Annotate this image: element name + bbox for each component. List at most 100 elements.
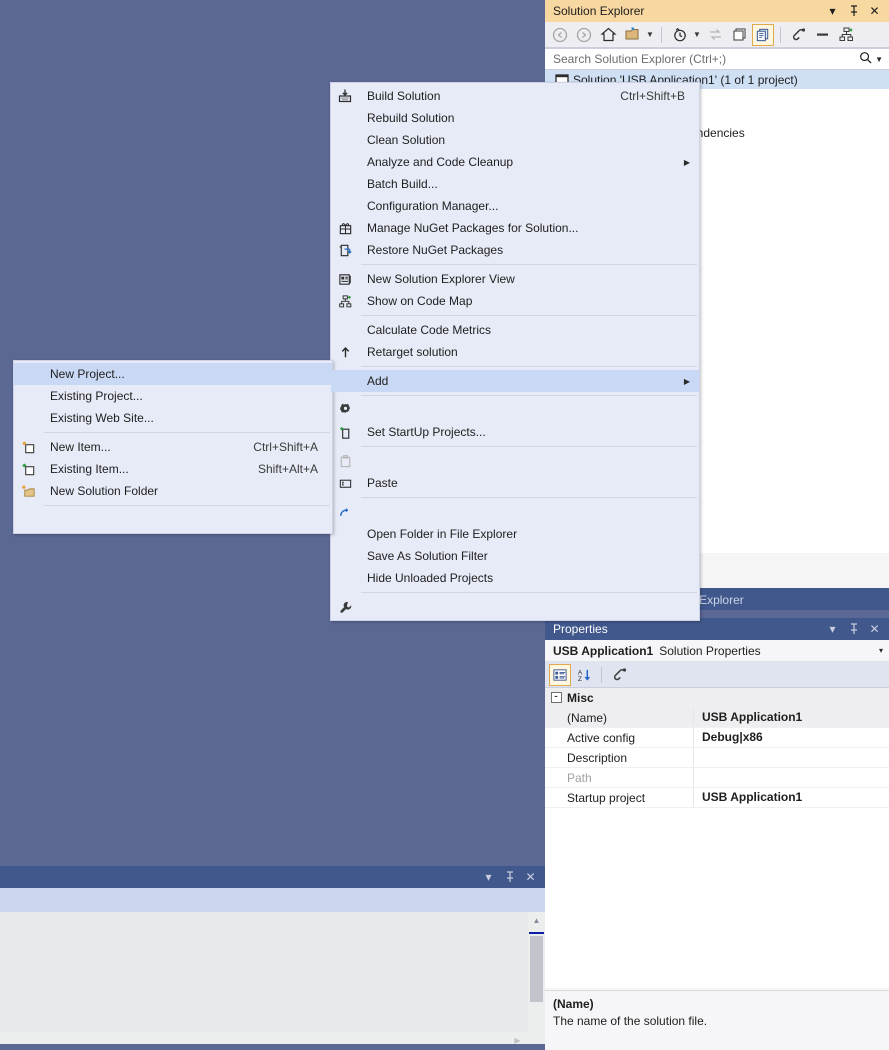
alphabetical-icon[interactable]: A Z <box>573 664 595 686</box>
menu-item-label: Batch Build... <box>367 177 438 191</box>
menu-item-calculate-code-metrics[interactable]: Calculate Code Metrics <box>331 319 699 341</box>
menu-item-existing-project[interactable]: Existing Project... <box>14 385 332 407</box>
menu-item-build-solution[interactable]: Build Solution Ctrl+Shift+B <box>331 85 699 107</box>
chevron-down-icon[interactable]: ▾ <box>826 4 839 18</box>
properties-grid: - Misc (Name) USB Application1 Active co… <box>545 688 889 988</box>
history-dropdown-icon[interactable]: ▼ <box>692 24 702 46</box>
menu-item-label: Hide Unloaded Projects <box>367 571 494 585</box>
menu-item-configuration-manager[interactable]: Configuration Manager... <box>331 195 699 217</box>
pending-changes-filter-icon[interactable] <box>621 24 643 46</box>
menu-item-add-solution-to-source-control[interactable]: Set StartUp Projects... <box>331 421 699 443</box>
menu-item-rebuild-solution[interactable]: Rebuild Solution <box>331 107 699 129</box>
menu-item-open-folder-in-file-explorer[interactable] <box>331 501 699 523</box>
menu-separator <box>44 432 330 433</box>
property-row-description[interactable]: Description <box>545 748 889 768</box>
solution-explorer-search[interactable]: Search Solution Explorer (Ctrl+;) ▼ <box>545 48 889 70</box>
menu-item-installation-configuration-file[interactable] <box>14 509 332 531</box>
collapse-expander-icon[interactable]: - <box>545 692 567 703</box>
pending-changes-dropdown-icon[interactable]: ▼ <box>645 24 655 46</box>
menu-item-label: Add <box>367 374 389 388</box>
existing-item-icon <box>14 462 42 477</box>
menu-item-label: Build Solution <box>367 89 441 103</box>
collapse-all-icon[interactable] <box>811 24 833 46</box>
sync-with-active-document-icon[interactable] <box>704 24 726 46</box>
menu-item-hide-unloaded-projects[interactable]: Save As Solution Filter <box>331 545 699 567</box>
back-icon[interactable] <box>549 24 571 46</box>
output-panel-subheader <box>0 888 545 912</box>
search-dropdown-icon[interactable]: ▼ <box>875 55 883 64</box>
forward-icon[interactable] <box>573 24 595 46</box>
search-icon[interactable] <box>859 51 872 67</box>
submenu-arrow-icon: ▶ <box>683 157 690 167</box>
menu-item-set-startup-projects[interactable] <box>331 399 699 421</box>
menu-item-label: Rebuild Solution <box>367 111 455 125</box>
property-value[interactable]: USB Application1 <box>693 788 889 807</box>
property-value[interactable] <box>693 748 889 767</box>
add-submenu: New Project... Existing Project... Exist… <box>13 360 333 534</box>
property-row-startup-project[interactable]: Startup project USB Application1 <box>545 788 889 808</box>
chevron-down-icon[interactable]: ▾ <box>482 870 495 884</box>
property-pages-icon[interactable] <box>608 664 630 686</box>
scrollbar-thumb[interactable] <box>530 936 543 1002</box>
scrollbar-marker <box>529 932 544 934</box>
menu-item-retarget-solution[interactable]: Retarget solution <box>331 341 699 363</box>
vertical-scrollbar[interactable]: ▲ ▼ <box>528 912 545 1049</box>
menu-item-rename[interactable]: Paste <box>331 472 699 494</box>
history-icon[interactable] <box>668 24 690 46</box>
property-row-name[interactable]: (Name) USB Application1 <box>545 708 889 728</box>
properties-window-icon[interactable] <box>728 24 750 46</box>
close-icon[interactable]: ✕ <box>868 4 881 18</box>
menu-item-clean-solution[interactable]: Clean Solution <box>331 129 699 151</box>
menu-item-analyze-and-code-cleanup[interactable]: Analyze and Code Cleanup ▶ <box>331 151 699 173</box>
menu-item-new-solution-folder[interactable]: New Solution Folder <box>14 480 332 502</box>
properties-object-selector[interactable]: USB Application1 Solution Properties ▾ <box>545 640 889 662</box>
menu-item-new-item[interactable]: New Item... Ctrl+Shift+A <box>14 436 332 458</box>
close-icon[interactable]: ✕ <box>868 622 881 636</box>
chevron-down-icon[interactable]: ▾ <box>826 622 839 636</box>
menu-item-existing-web-site[interactable]: Existing Web Site... <box>14 407 332 429</box>
property-name: Active config <box>567 730 636 745</box>
toolbar-separator-2 <box>780 26 781 43</box>
menu-item-properties[interactable] <box>331 596 699 618</box>
menu-item-restore-nuget-packages[interactable]: Restore NuGet Packages <box>331 239 699 261</box>
new-solution-folder-icon <box>14 484 42 499</box>
menu-item-label: Existing Item... <box>50 462 129 476</box>
menu-item-manage-nuget-packages[interactable]: Manage NuGet Packages for Solution... <box>331 217 699 239</box>
pin-icon[interactable] <box>847 622 860 636</box>
menu-item-batch-build[interactable]: Batch Build... <box>331 173 699 195</box>
home-icon[interactable] <box>597 24 619 46</box>
retarget-icon <box>331 345 359 360</box>
scroll-up-icon[interactable]: ▲ <box>528 912 545 929</box>
menu-item-label: New Solution Folder <box>50 484 159 498</box>
property-category-row[interactable]: - Misc <box>545 688 889 708</box>
menu-item-new-solution-explorer-view[interactable]: New Solution Explorer View <box>331 268 699 290</box>
show-all-files-icon[interactable] <box>787 24 809 46</box>
view-code-map-icon[interactable] <box>835 24 857 46</box>
pin-icon[interactable] <box>847 4 860 18</box>
menu-item-show-on-code-map[interactable]: Show on Code Map <box>331 290 699 312</box>
paste-icon <box>331 454 359 469</box>
property-description-title: (Name) <box>553 997 594 1011</box>
property-row-active-config[interactable]: Active config Debug|x86 <box>545 728 889 748</box>
menu-item-save-as-solution-filter[interactable]: Open Folder in File Explorer <box>331 523 699 545</box>
property-row-path[interactable]: Path <box>545 768 889 788</box>
nuget-icon <box>331 221 359 236</box>
menu-separator <box>361 592 697 593</box>
preview-selected-items-icon[interactable] <box>752 23 774 46</box>
properties-object-kind: Solution Properties <box>659 643 761 658</box>
menu-item-load-project-dependencies[interactable]: Hide Unloaded Projects <box>331 567 699 589</box>
menu-item-new-project[interactable]: New Project... <box>14 363 332 385</box>
property-value[interactable]: USB Application1 <box>693 708 889 727</box>
menu-item-existing-item[interactable]: Existing Item... Shift+Alt+A <box>14 458 332 480</box>
pin-icon[interactable] <box>503 870 516 884</box>
menu-item-label: Save As Solution Filter <box>367 549 488 563</box>
categorized-icon[interactable] <box>549 663 571 686</box>
chevron-down-icon[interactable]: ▾ <box>879 646 883 655</box>
close-icon[interactable]: ✕ <box>524 870 537 884</box>
property-value <box>693 768 889 787</box>
menu-item-label: New Solution Explorer View <box>367 272 515 286</box>
properties-title: Properties <box>553 622 608 636</box>
menu-item-add[interactable]: Add ▶ <box>331 370 699 392</box>
menu-item-paste <box>331 450 699 472</box>
property-value[interactable]: Debug|x86 <box>693 728 889 747</box>
